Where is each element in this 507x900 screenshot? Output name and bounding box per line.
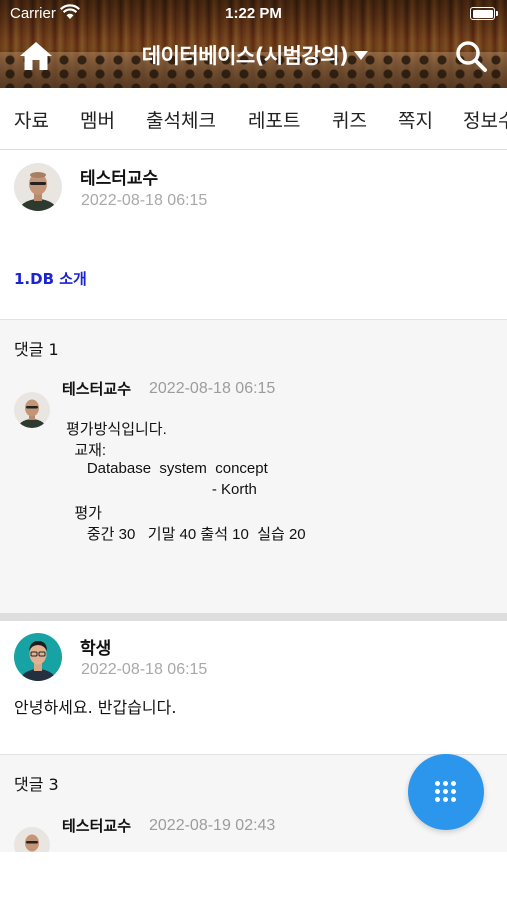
grid-menu-icon — [435, 781, 457, 803]
tab-members[interactable]: 멤버 — [80, 106, 115, 133]
comment-date: 2022-08-18 06:15 — [149, 380, 276, 397]
tab-materials[interactable]: 자료 — [14, 106, 49, 133]
bottom-safe-area — [0, 852, 507, 900]
comment-author: 테스터교수 — [62, 817, 132, 835]
reply-author: 학생 — [80, 639, 112, 659]
tab-report[interactable]: 레포트 — [248, 106, 300, 133]
comment-body-line: 교재: — [66, 442, 107, 459]
comment-body-line: 평가방식입니다. — [66, 421, 167, 438]
caret-down-icon — [354, 51, 369, 60]
comment-body-line: 중간 30 기말 40 출석 10 실습 20 — [66, 526, 306, 543]
search-icon — [456, 41, 487, 72]
search-button[interactable] — [453, 38, 489, 74]
comment-author: 테스터교수 — [62, 380, 132, 398]
comment-body-line: 평가 — [66, 505, 102, 522]
tab-info[interactable]: 정보수 — [463, 106, 507, 133]
comment-count: 댓글 1 — [14, 340, 59, 359]
student-avatar — [14, 633, 62, 681]
tab-attendance[interactable]: 출석체크 — [146, 106, 216, 133]
reply-date: 2022-08-18 06:15 — [81, 661, 208, 678]
post-attachment-link[interactable]: 1.DB 소개 — [14, 268, 87, 289]
post-author: 테스터교수 — [80, 169, 159, 189]
comment-section-1: 댓글 1 테스터교수 2022-08-18 06:15 평가방식입니다. 교재:… — [0, 319, 507, 613]
tab-bar: 자료 멤버 출석체크 레포트 퀴즈 쪽지 정보수 — [0, 88, 507, 150]
home-icon — [20, 42, 52, 70]
home-button[interactable] — [18, 38, 54, 74]
comment-count: 댓글 3 — [14, 775, 59, 794]
course-title: 데이터베이스(시범강의) — [141, 44, 349, 68]
battery-full-icon — [470, 7, 498, 20]
section-divider — [0, 613, 507, 621]
reply-text: 안녕하세요. 반갑습니다. — [14, 698, 177, 717]
comment-author-avatar — [14, 392, 50, 428]
post-date: 2022-08-18 06:15 — [81, 192, 208, 209]
comment-date: 2022-08-19 02:43 — [149, 817, 276, 834]
professor-avatar — [14, 163, 62, 211]
comment-body-line: - Korth — [66, 481, 257, 498]
course-header: Carrier 1:22 PM 데이터베이스(시범강의) — [0, 0, 507, 88]
comment-body-line: Database system concept — [66, 460, 268, 477]
menu-fab-button[interactable] — [408, 754, 484, 830]
status-bar: Carrier 1:22 PM — [0, 0, 507, 28]
clock-time: 1:22 PM — [225, 5, 282, 22]
course-title-dropdown[interactable]: 데이터베이스(시범강의) — [120, 40, 390, 72]
tab-quiz[interactable]: 퀴즈 — [332, 106, 367, 133]
tab-message[interactable]: 쪽지 — [398, 106, 433, 133]
